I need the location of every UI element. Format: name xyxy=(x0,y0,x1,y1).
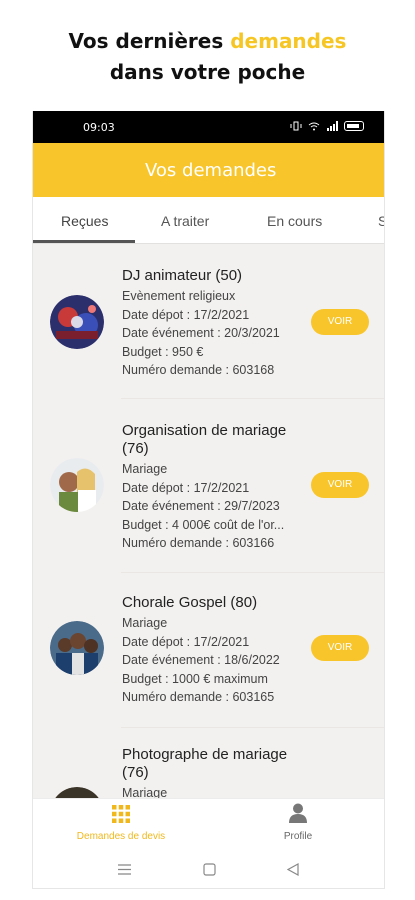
system-navigation-bar xyxy=(33,850,384,888)
request-date-evenement: Date événement : 20/3/2021 xyxy=(122,326,280,340)
request-title: Photographe de mariage (76) xyxy=(122,746,288,781)
promo-line-1: Vos dernières demandes xyxy=(0,26,415,57)
voir-button[interactable]: VOIR xyxy=(311,635,369,661)
person-icon xyxy=(289,803,307,823)
voir-button[interactable]: VOIR xyxy=(311,309,369,335)
avatar-couple-photo xyxy=(50,458,104,512)
tab-a-traiter[interactable]: A traiter xyxy=(161,213,209,229)
app-bar-title: Vos demandes xyxy=(145,159,277,181)
nav-demandes-de-devis[interactable]: Demandes de devis xyxy=(33,799,209,851)
request-title: Chorale Gospel (80) xyxy=(122,594,258,611)
nav-label: Profile xyxy=(283,831,313,842)
tab-active-indicator xyxy=(33,240,135,243)
voir-button[interactable]: VOIR xyxy=(311,472,369,498)
request-budget: Budget : 950 € xyxy=(122,344,204,359)
request-budget: Budget : 4 000€ coût de l'or... xyxy=(122,517,285,532)
request-date-depot: Date dépot : 17/2/2021 xyxy=(122,307,250,322)
battery-icon xyxy=(344,121,364,131)
card-divider xyxy=(121,572,384,573)
request-details: Photographe de mariage (76) Mariage xyxy=(122,746,307,798)
status-time: 09:03 xyxy=(83,121,115,134)
signal-icon xyxy=(327,121,338,131)
request-details: Chorale Gospel (80) Mariage Date dépot :… xyxy=(122,594,307,707)
promo-line-2: dans votre poche xyxy=(109,60,306,84)
request-title: DJ animateur (50) xyxy=(122,267,243,284)
request-numero: Numéro demande : 603166 xyxy=(122,536,275,550)
card-divider xyxy=(121,727,384,728)
phone-screen: 09:03 Vos demandes Reçues A traiter En c… xyxy=(32,111,385,889)
menu-icon[interactable] xyxy=(118,864,131,875)
vibrate-icon xyxy=(290,121,302,131)
request-category: Mariage xyxy=(122,616,168,630)
promo-accent-word: demandes xyxy=(230,29,347,53)
avatar-gospel-group xyxy=(50,621,104,675)
status-bar: 09:03 xyxy=(33,111,384,143)
avatar-dj-equipment xyxy=(50,295,104,349)
request-category: Mariage xyxy=(122,462,168,476)
request-category: Evènement religieux xyxy=(122,289,236,303)
home-icon[interactable] xyxy=(203,863,216,876)
nav-profile[interactable]: Profile xyxy=(210,799,384,851)
request-date-evenement: Date événement : 29/7/2023 xyxy=(122,499,280,513)
request-details: DJ animateur (50) Evènement religieux Da… xyxy=(122,267,307,380)
tab-bar: Reçues A traiter En cours S xyxy=(33,197,384,244)
status-icons xyxy=(290,121,364,131)
nav-label: Demandes de devis xyxy=(76,831,166,842)
grid-icon xyxy=(112,805,130,823)
app-bar: Vos demandes xyxy=(33,143,384,197)
request-date-evenement: Date événement : 18/6/2022 xyxy=(122,653,280,667)
request-date-depot: Date dépot : 17/2/2021 xyxy=(122,634,250,649)
promo-headline: Vos dernières demandes dans votre poche xyxy=(0,26,415,88)
request-numero: Numéro demande : 603165 xyxy=(122,690,275,704)
request-category: Mariage xyxy=(122,786,168,798)
avatar-photographer xyxy=(50,787,104,798)
tab-s[interactable]: S xyxy=(378,213,384,229)
card-divider xyxy=(121,398,384,399)
request-numero: Numéro demande : 603168 xyxy=(122,363,275,377)
wifi-icon xyxy=(308,122,320,131)
request-date-depot: Date dépot : 17/2/2021 xyxy=(122,480,250,495)
tab-en-cours[interactable]: En cours xyxy=(267,213,322,229)
request-title: Organisation de mariage (76) xyxy=(122,422,287,457)
request-budget: Budget : 1000 € maximum xyxy=(122,671,268,686)
back-icon[interactable] xyxy=(287,863,299,876)
tab-recues[interactable]: Reçues xyxy=(61,213,108,229)
bottom-navigation: Demandes de devis Profile xyxy=(33,798,384,851)
request-details: Organisation de mariage (76) Mariage Dat… xyxy=(122,422,307,553)
requests-list[interactable]: DJ animateur (50) Evènement religieux Da… xyxy=(33,245,384,798)
promo-line-1-text: Vos dernières xyxy=(68,29,231,53)
